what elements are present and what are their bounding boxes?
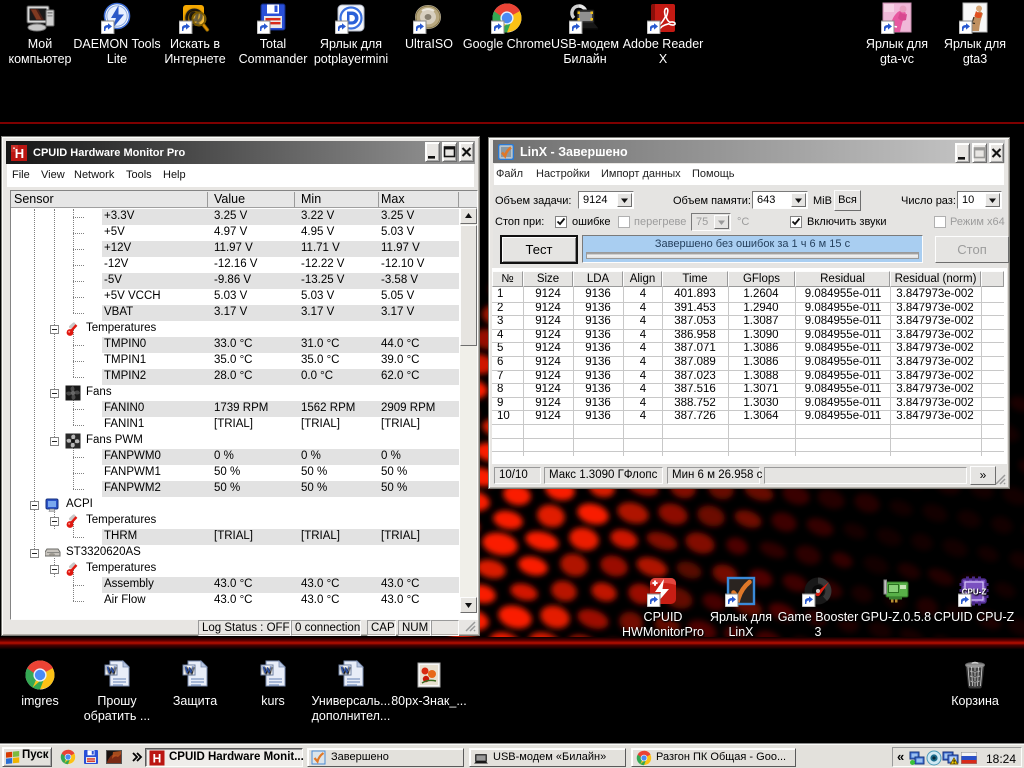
svg-text:H: H [153,752,162,766]
svg-text:H: H [15,146,24,161]
